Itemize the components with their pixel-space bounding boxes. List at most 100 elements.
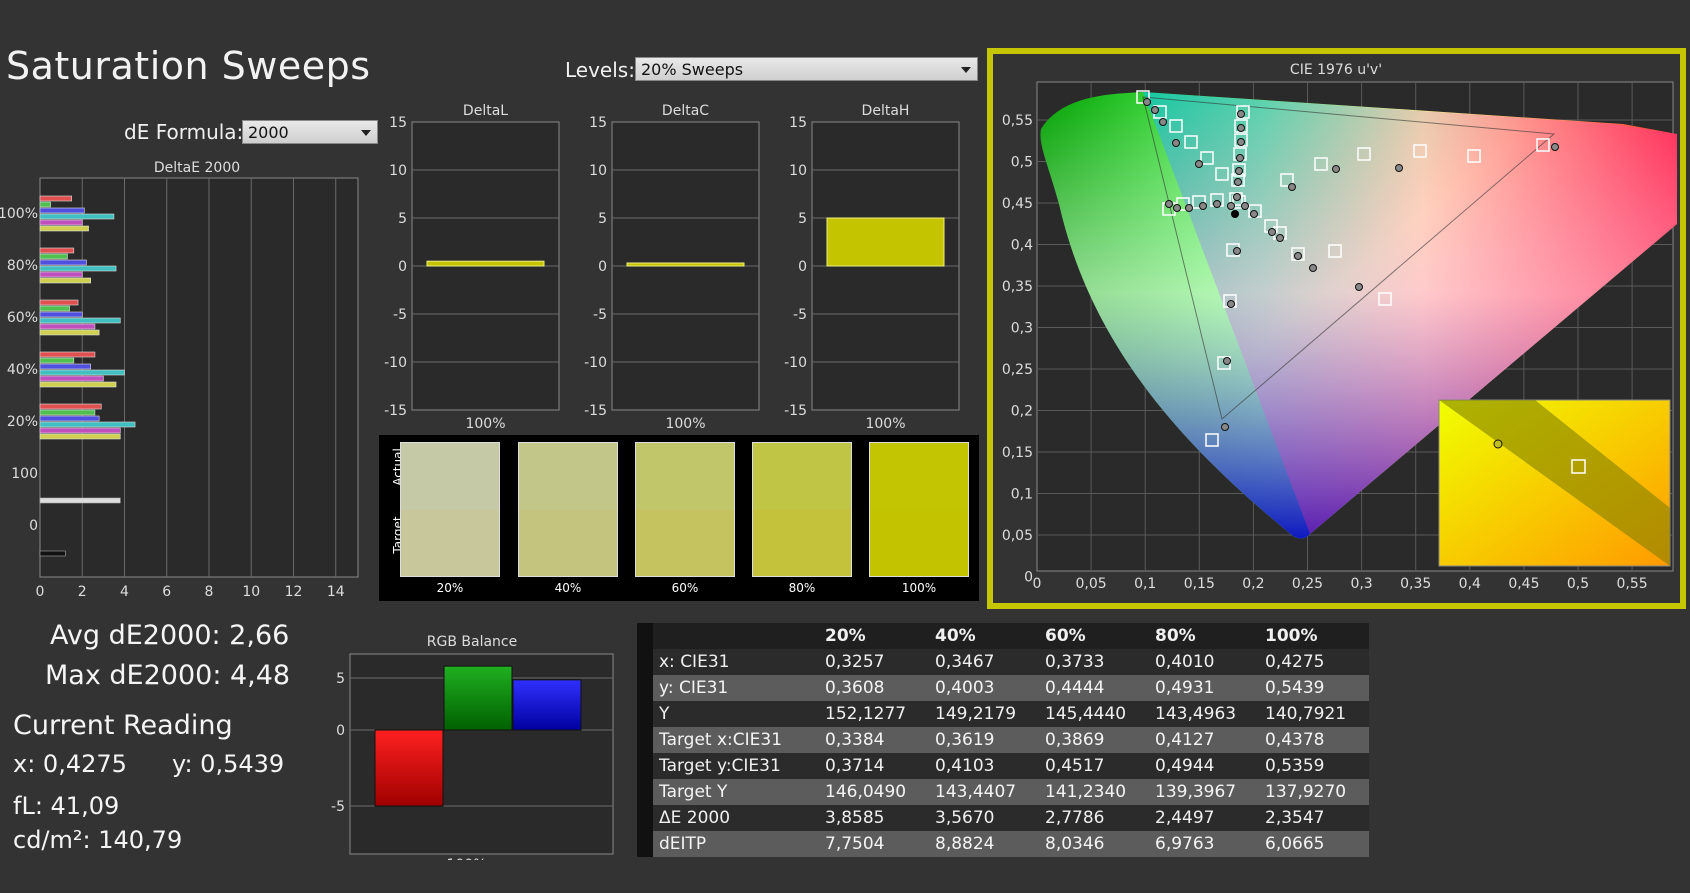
swatch-actual [753, 443, 851, 510]
delta-ytick: 0 [798, 259, 807, 275]
measurement-table: 20% 40% 60% 80% 100% x: CIE31 0,3257 0,3467 0,37… [637, 623, 1369, 857]
cie-ytick: 0,15 [1002, 445, 1033, 461]
table-row-label: Target Y [653, 779, 819, 805]
table-row-label: y: CIE31 [653, 675, 819, 701]
swatch-label: 40% [554, 581, 582, 595]
cie-actual-point [1268, 228, 1276, 236]
deltae-chart: DeltaE 2000 0 2 4 6 8 10 12 14 100% 80% 60% 40% 20% 1… [0, 160, 359, 600]
cie-ytick: 0,35 [1002, 279, 1033, 295]
table-cell: 139,3967 [1149, 779, 1259, 805]
table-gutter [637, 805, 653, 831]
table-row-label: Target y:CIE31 [653, 753, 819, 779]
table-cell: 0,3467 [929, 649, 1039, 675]
deltae-bar [39, 409, 96, 416]
cie-actual-point [1143, 98, 1151, 106]
deltae-bar [39, 265, 117, 272]
cie-actual-point [1221, 423, 1229, 431]
current-reading-label: Current Reading [13, 710, 233, 741]
cie-actual-point [1288, 183, 1296, 191]
cie-actual-point [1395, 164, 1403, 172]
cie-title: CIE 1976 u'v' [1290, 62, 1382, 78]
swatch-label: 100% [901, 581, 937, 595]
deltae-ylabel: 40% [7, 362, 38, 378]
deltae-bar [39, 253, 68, 260]
delta-ytick: 0 [598, 259, 607, 275]
table-cell: 8,0346 [1039, 831, 1149, 857]
cie-xtick: 0,3 [1350, 576, 1372, 592]
table-cell: 0,5359 [1259, 753, 1369, 779]
cie-xtick: 0,4 [1459, 576, 1481, 592]
table-cell: 141,2340 [1039, 779, 1149, 805]
cie-actual-point [1235, 167, 1243, 175]
delta-ytick: 5 [398, 211, 407, 227]
cie-actual-point [1185, 204, 1193, 212]
delta-bar [426, 260, 545, 267]
table-cell: 0,4444 [1039, 675, 1149, 701]
cie-actual-point [1355, 283, 1363, 291]
deltae-bar [39, 427, 121, 434]
table-cell: 0,4103 [929, 753, 1039, 779]
table-cell: 0,3608 [819, 675, 929, 701]
table-cell: 3,8585 [819, 805, 929, 831]
table-header-cell: 20% [819, 623, 929, 649]
table-row: Target y:CIE31 0,3714 0,4103 0,4517 0,4944 0,… [637, 753, 1369, 779]
delta-lch-charts: DeltaL 15 10 5 0 -5 -10 -15 100% DeltaC 15 10 5 0 -5 -1… [384, 103, 960, 432]
delta-ytick: 15 [389, 115, 407, 131]
cie-actual-point [1233, 193, 1241, 201]
delta-chart-title: DeltaH [862, 103, 910, 119]
de-formula-select[interactable]: 2000 [242, 120, 378, 144]
deltae-xtick: 0 [36, 584, 45, 600]
swatch-actual [519, 443, 617, 510]
deltae-ylabel: 20% [7, 414, 38, 430]
deltae-bar [39, 277, 91, 284]
deltae-bar [39, 201, 51, 208]
cie-actual-point [1233, 247, 1241, 255]
cie-xtick: 0,2 [1242, 576, 1264, 592]
table-cell: 2,4497 [1149, 805, 1259, 831]
cie-actual-point [1172, 139, 1180, 147]
deltae-bar [39, 247, 75, 254]
deltae-ylabel: 100 [11, 466, 38, 482]
cie-actual-point [1276, 234, 1284, 242]
swatch-label: 20% [436, 581, 464, 595]
deltae-bar [39, 305, 70, 312]
levels-select[interactable]: 20% Sweeps [635, 57, 978, 81]
delta-ytick: -10 [784, 355, 807, 371]
levels-label: Levels: [565, 58, 635, 82]
table-row: ΔE 2000 3,8585 3,5670 2,7786 2,4497 2,3547 [637, 805, 1369, 831]
table-cell: 0,3619 [929, 727, 1039, 753]
delta-ytick: -15 [584, 403, 607, 419]
swatch-target [870, 509, 968, 576]
delta-ytick: -5 [393, 307, 407, 323]
rgb-ytick: 0 [336, 723, 345, 739]
cie-actual-point [1165, 200, 1173, 208]
swatch-panel: Actual Target 20% 40% 60% 80% 100% [379, 435, 979, 601]
table-cell: 0,3733 [1039, 649, 1149, 675]
deltae-xtick: 8 [205, 584, 214, 600]
de-formula-label: dE Formula: [124, 120, 244, 144]
rgb-ytick: 5 [336, 671, 345, 687]
deltae-xtick: 2 [78, 584, 87, 600]
delta-ytick: 10 [589, 163, 607, 179]
swatch-label: 60% [671, 581, 699, 595]
table-header-cell: 80% [1149, 623, 1259, 649]
cie-actual-point [1223, 357, 1231, 365]
table-header-cell [653, 623, 819, 649]
delta-ytick: 5 [598, 211, 607, 227]
deltae-ylabel: 60% [7, 310, 38, 326]
cie-actual-point [1237, 124, 1245, 132]
table-cell: 0,4003 [929, 675, 1039, 701]
table-gutter [637, 649, 653, 675]
table-cell: 6,9763 [1149, 831, 1259, 857]
table-header-cell: 100% [1259, 623, 1369, 649]
table-cell: 0,3714 [819, 753, 929, 779]
levels-select-value: 20% Sweeps [641, 60, 744, 79]
delta-ytick: -15 [784, 403, 807, 419]
deltae-bar [39, 433, 121, 440]
cie-ytick: 0,05 [1002, 528, 1033, 544]
table-row: Target x:CIE31 0,3384 0,3619 0,3869 0,4127 0,… [637, 727, 1369, 753]
reading-cdm2: cd/m²: 140,79 [13, 826, 183, 854]
max-de-stat: Max dE2000: 4,48 [45, 660, 291, 691]
cie-ytick: 0 [1024, 570, 1033, 586]
table-cell: 0,3869 [1039, 727, 1149, 753]
